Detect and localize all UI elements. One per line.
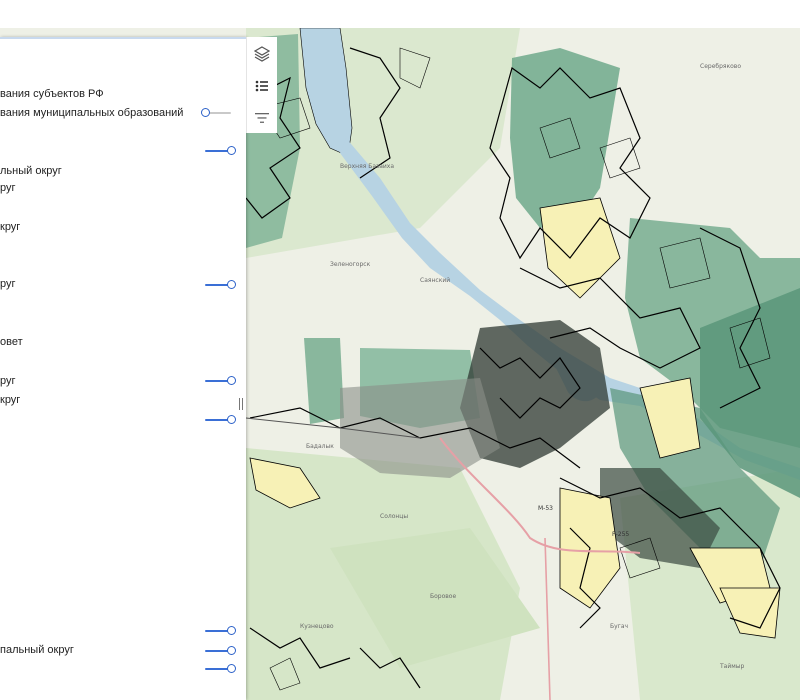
- layer-row[interactable]: руг: [0, 181, 16, 195]
- layer-row[interactable]: вания субъектов РФ: [0, 87, 104, 101]
- layer-row[interactable]: пальный округ: [0, 643, 74, 657]
- layer-row[interactable]: овет: [0, 335, 23, 349]
- layer-label: вания субъектов РФ: [0, 88, 104, 100]
- slider-knob[interactable]: [227, 646, 236, 655]
- layer-row[interactable]: руг: [0, 277, 16, 291]
- place-label: Саянский: [420, 277, 450, 284]
- place-label: Зеленогорск: [330, 261, 371, 268]
- slider-knob[interactable]: [227, 664, 236, 673]
- slider-knob[interactable]: [201, 108, 210, 117]
- opacity-slider[interactable]: [205, 415, 236, 425]
- layer-label: круг: [0, 394, 21, 406]
- opacity-slider[interactable]: [201, 108, 231, 118]
- opacity-slider[interactable]: [205, 664, 236, 674]
- protected-area: [304, 338, 344, 424]
- layer-label: льный округ: [0, 165, 62, 177]
- place-label: Бадалык: [306, 443, 334, 450]
- slider-knob[interactable]: [227, 626, 236, 635]
- panel-top-border: [0, 37, 246, 39]
- layers-button[interactable]: [247, 39, 277, 69]
- layers-icon: [254, 46, 270, 62]
- opacity-slider[interactable]: [205, 376, 236, 386]
- layers-panel: вания субъектов РФ вания муниципальных о…: [0, 37, 246, 700]
- layer-label: руг: [0, 182, 16, 194]
- layer-row[interactable]: вания муниципальных образований: [0, 106, 183, 120]
- layer-row[interactable]: круг: [0, 220, 20, 234]
- place-label: Бугач: [610, 623, 628, 630]
- road-label: М-53: [538, 505, 553, 512]
- layer-label: вания муниципальных образований: [0, 107, 184, 119]
- place-label: Солонцы: [380, 513, 408, 520]
- place-label: Таймыр: [719, 663, 745, 670]
- legend-list-button[interactable]: [247, 71, 277, 101]
- place-label: Боровое: [430, 593, 456, 600]
- opacity-slider[interactable]: [205, 280, 236, 290]
- place-label: Верхняя Базаиха: [340, 163, 394, 170]
- layer-label: круг: [0, 221, 21, 233]
- layer-row[interactable]: круг: [0, 393, 20, 407]
- layer-label: пальный округ: [0, 644, 74, 656]
- place-label: Кузнецово: [300, 623, 334, 630]
- layer-row[interactable]: руг: [0, 374, 16, 388]
- filter-icon: [255, 113, 269, 123]
- place-label: Серебряково: [700, 63, 741, 70]
- slider-knob[interactable]: [227, 415, 236, 424]
- opacity-slider[interactable]: [205, 626, 236, 636]
- slider-knob[interactable]: [227, 280, 236, 289]
- filter-button[interactable]: [247, 103, 277, 133]
- layer-row[interactable]: льный округ: [0, 164, 62, 178]
- layer-label: руг: [0, 375, 16, 387]
- layer-label: овет: [0, 336, 23, 348]
- list-icon: [255, 80, 268, 92]
- road-label: Р-255: [612, 531, 629, 538]
- layer-label: руг: [0, 278, 16, 290]
- slider-knob[interactable]: [227, 146, 236, 155]
- panel-toolbar: [246, 37, 277, 133]
- panel-resize-handle[interactable]: [239, 398, 245, 410]
- opacity-slider[interactable]: [205, 646, 236, 656]
- slider-knob[interactable]: [227, 376, 236, 385]
- opacity-slider[interactable]: [205, 146, 236, 156]
